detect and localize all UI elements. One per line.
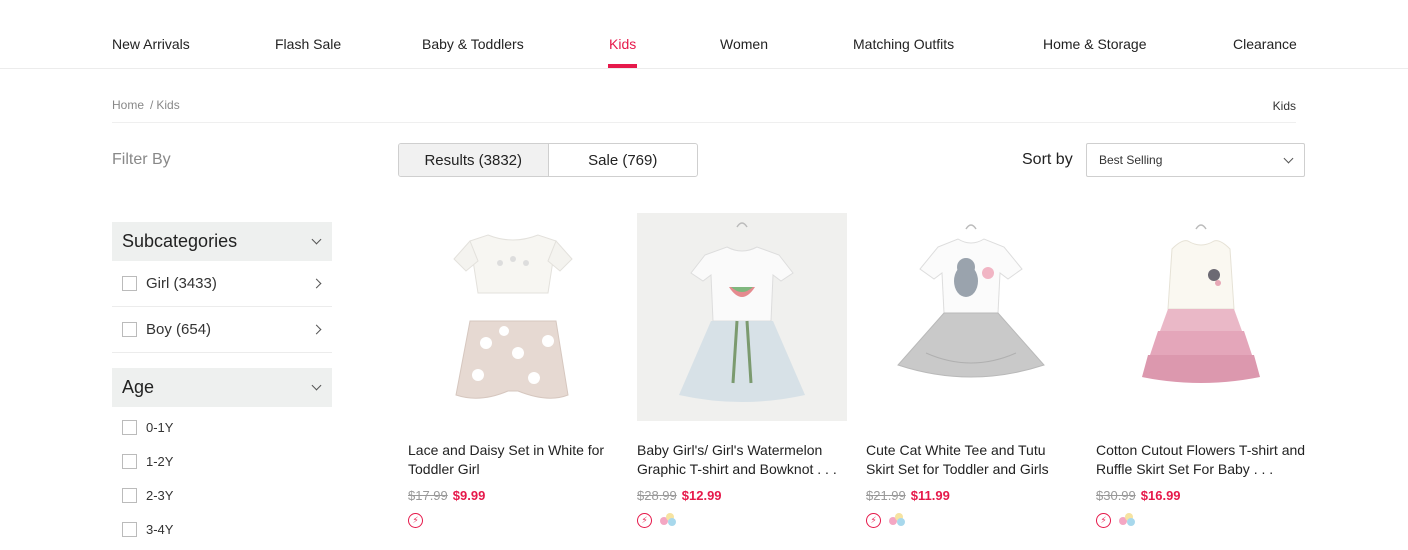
product-card[interactable]: Lace and Daisy Set in White for Toddler … [408, 213, 618, 528]
color-dots-icon [1119, 513, 1137, 528]
age-option-0-1y[interactable]: 0-1Y [112, 416, 332, 438]
subcategories-header[interactable]: Subcategories [112, 222, 332, 261]
original-price: $28.99 [637, 488, 677, 503]
product-image[interactable] [1096, 213, 1306, 421]
age-checkbox[interactable] [122, 521, 137, 537]
age-checkbox[interactable] [122, 453, 137, 469]
age-option-1-2y[interactable]: 1-2Y [112, 450, 332, 472]
product-card[interactable]: Cute Cat White Tee and Tutu Skirt Set fo… [866, 213, 1076, 528]
product-name[interactable]: Baby Girl's/ Girl's Watermelon Graphic T… [637, 441, 847, 479]
result-tabs: Results (3832) Sale (769) [398, 143, 698, 177]
sale-price: $12.99 [681, 488, 722, 503]
age-option-3-4y[interactable]: 3-4Y [112, 518, 332, 540]
breadcrumb-home[interactable]: Home [112, 98, 144, 112]
product-prices: $30.99 $16.99 [1096, 488, 1181, 503]
breadcrumb-separator: / [150, 98, 154, 112]
product-prices: $17.99 $9.99 [408, 488, 485, 503]
age-checkbox[interactable] [122, 487, 137, 503]
product-prices: $21.99 $11.99 [866, 488, 950, 503]
product-name[interactable]: Cotton Cutout Flowers T-shirt and Ruffle… [1096, 441, 1306, 479]
product-badges: ⚡ [866, 513, 907, 528]
lightning-bolt-icon: ⚡ [408, 513, 423, 528]
sort-select[interactable]: Best Selling [1086, 143, 1305, 177]
lightning-bolt-icon: ⚡ [866, 513, 881, 528]
nav-matching-outfits[interactable]: Matching Outfits [853, 36, 954, 52]
age-label: 0-1Y [146, 419, 174, 435]
sale-price: $9.99 [452, 488, 486, 503]
sort-label: Sort by [1022, 151, 1073, 168]
tab-results[interactable]: Results (3832) [399, 144, 549, 176]
age-header[interactable]: Age [112, 368, 332, 407]
product-badges: ⚡ [1096, 513, 1137, 528]
product-name[interactable]: Lace and Daisy Set in White for Toddler … [408, 441, 618, 479]
nav-active-indicator [608, 64, 637, 68]
original-price: $21.99 [866, 488, 906, 503]
nav-kids[interactable]: Kids [609, 36, 636, 52]
subcategories-title: Subcategories [122, 231, 238, 251]
color-dots-icon [660, 513, 678, 528]
age-checkbox[interactable] [122, 419, 137, 435]
age-option-2-3y[interactable]: 2-3Y [112, 484, 332, 506]
subcategory-label: Boy (654) [146, 321, 212, 338]
top-navigation: New Arrivals Flash Sale Baby & Toddlers … [0, 0, 1408, 69]
chevron-down-icon [311, 380, 322, 391]
original-price: $17.99 [408, 488, 448, 503]
chevron-right-icon[interactable] [311, 324, 322, 335]
lightning-bolt-icon: ⚡ [1096, 513, 1111, 528]
age-label: 3-4Y [146, 521, 174, 537]
age-title: Age [122, 377, 155, 397]
product-image[interactable] [866, 213, 1076, 421]
chevron-down-icon [311, 234, 322, 245]
product-badges: ⚡ [637, 513, 678, 528]
subcategory-boy[interactable]: Boy (654) [112, 307, 332, 353]
nav-women[interactable]: Women [720, 36, 768, 52]
nav-new-arrivals[interactable]: New Arrivals [112, 36, 190, 52]
product-image[interactable] [637, 213, 847, 421]
filter-by-label: Filter By [112, 151, 171, 168]
category-title: Kids [1272, 99, 1296, 113]
sale-price: $11.99 [910, 488, 950, 503]
sort-selected-value: Best Selling [1099, 153, 1163, 167]
divider [112, 122, 1296, 123]
subcategory-girl-checkbox[interactable] [122, 276, 137, 291]
breadcrumb-current: Kids [156, 98, 180, 112]
chevron-right-icon[interactable] [311, 278, 322, 289]
subcategory-label: Girl (3433) [146, 275, 217, 292]
subcategory-boy-checkbox[interactable] [122, 322, 137, 337]
chevron-down-icon [1283, 153, 1294, 163]
sale-price: $16.99 [1140, 488, 1181, 503]
product-badges: ⚡ [408, 513, 423, 528]
subcategory-girl[interactable]: Girl (3433) [112, 261, 332, 307]
breadcrumb: Home / Kids [112, 98, 180, 112]
nav-home-storage[interactable]: Home & Storage [1043, 36, 1147, 52]
product-prices: $28.99 $12.99 [637, 488, 722, 503]
lightning-bolt-icon: ⚡ [637, 513, 652, 528]
product-image[interactable] [408, 213, 618, 421]
age-label: 2-3Y [146, 487, 174, 503]
product-card[interactable]: Baby Girl's/ Girl's Watermelon Graphic T… [637, 213, 847, 528]
nav-flash-sale[interactable]: Flash Sale [275, 36, 341, 52]
nav-baby-toddlers[interactable]: Baby & Toddlers [422, 36, 524, 52]
product-card[interactable]: Cotton Cutout Flowers T-shirt and Ruffle… [1096, 213, 1306, 528]
tab-sale[interactable]: Sale (769) [549, 144, 698, 176]
color-dots-icon [889, 513, 907, 528]
nav-clearance[interactable]: Clearance [1233, 36, 1297, 52]
age-label: 1-2Y [146, 453, 174, 469]
original-price: $30.99 [1096, 488, 1136, 503]
product-name[interactable]: Cute Cat White Tee and Tutu Skirt Set fo… [866, 441, 1076, 479]
